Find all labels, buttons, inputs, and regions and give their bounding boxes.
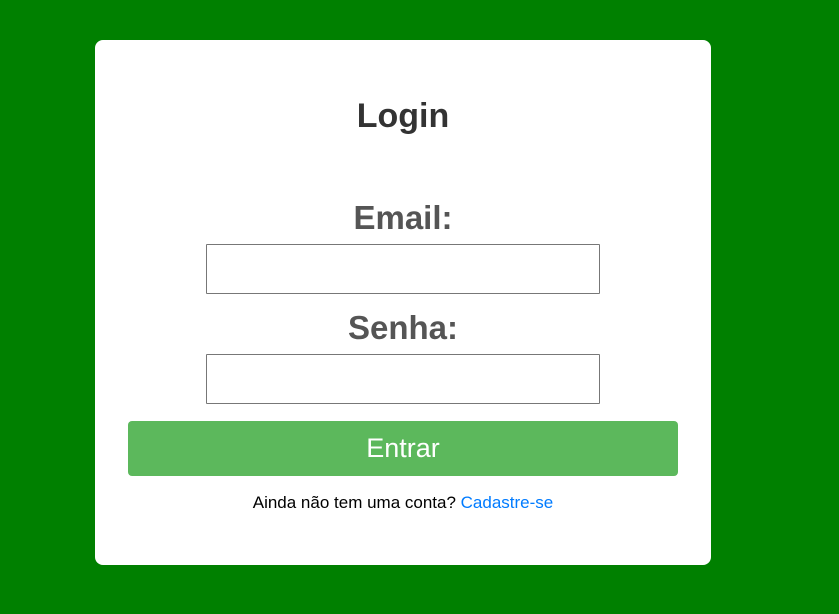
email-field[interactable] (206, 244, 600, 294)
password-field[interactable] (206, 354, 600, 404)
signup-link[interactable]: Cadastre-se (461, 493, 554, 512)
login-card: Login Email: Senha: Entrar Ainda não tem… (95, 40, 711, 565)
password-label: Senha: (347, 309, 459, 346)
email-label: Email: (353, 199, 453, 236)
signup-prompt-text: Ainda não tem uma conta? (252, 493, 456, 512)
login-title: Login (356, 97, 450, 135)
signup-prompt-line: Ainda não tem uma conta? Cadastre-se (95, 492, 711, 514)
login-submit-button[interactable]: Entrar (128, 421, 678, 476)
